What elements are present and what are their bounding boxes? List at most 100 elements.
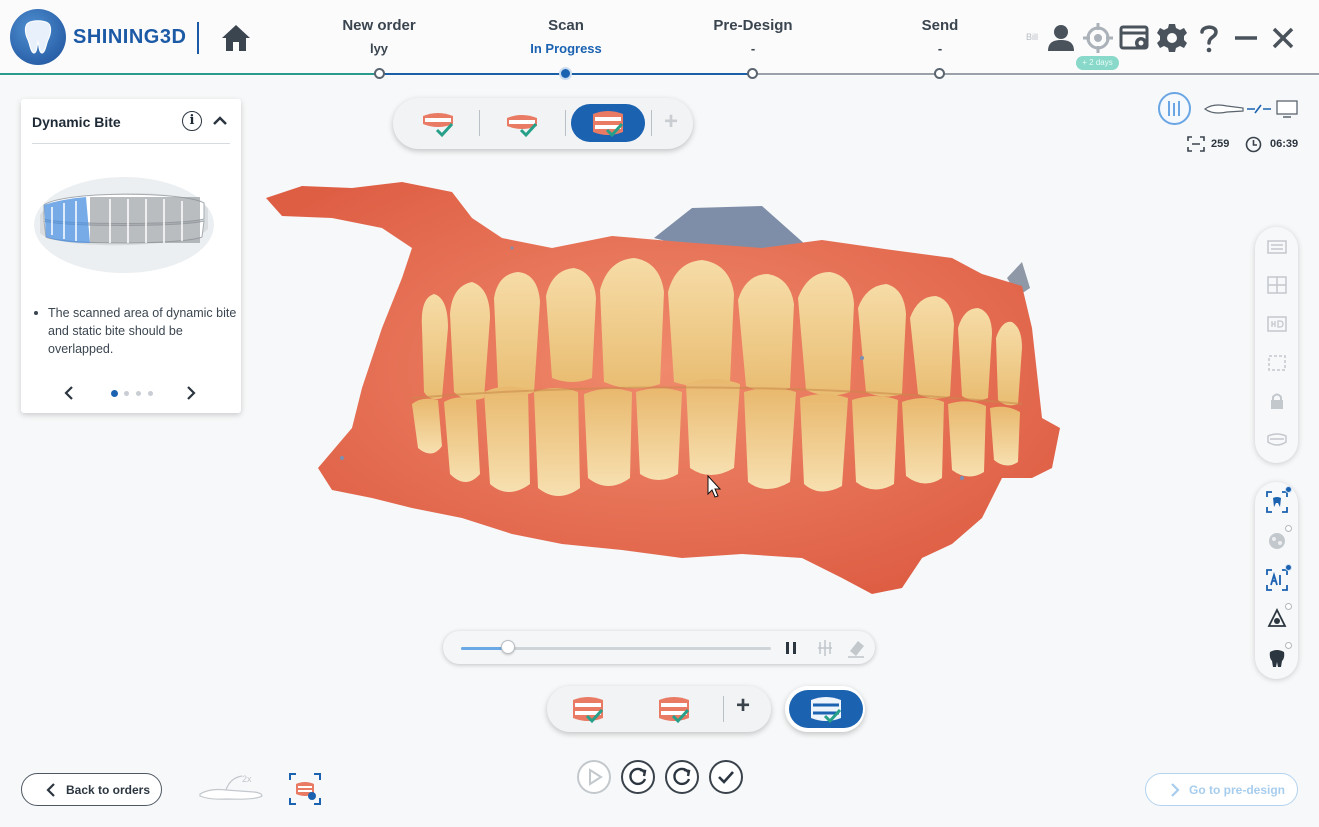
- step-title: Scan: [548, 17, 584, 34]
- bite-illustration: [34, 177, 214, 273]
- app-logo: [10, 9, 66, 65]
- chevron-left-icon: [46, 783, 55, 797]
- info-icon[interactable]: i: [182, 111, 202, 131]
- upper-jaw-icon: [423, 113, 454, 138]
- clock-icon: [1245, 136, 1262, 153]
- scan-area-icon[interactable]: [288, 772, 322, 806]
- chevron-right-icon: [187, 386, 196, 400]
- ai-scan-icon[interactable]: [1265, 490, 1289, 514]
- lower-jaw-button[interactable]: [485, 104, 559, 142]
- brand-divider: [197, 22, 199, 54]
- minimize-icon: [1235, 36, 1257, 40]
- guide-title: Dynamic Bite: [32, 114, 121, 130]
- rescan-button[interactable]: [621, 760, 655, 794]
- split-icon[interactable]: [816, 638, 834, 658]
- soft-tissue-icon[interactable]: [1265, 529, 1289, 553]
- help-icon: [1200, 25, 1218, 53]
- guide-description: The scanned area of dynamic bite and sta…: [48, 306, 237, 356]
- settings-button[interactable]: [1155, 21, 1189, 55]
- minimize-button[interactable]: [1229, 21, 1263, 55]
- bite-record-selector: +: [547, 686, 771, 732]
- step-dot-scan: [559, 67, 572, 80]
- dynamic-bite-button[interactable]: [789, 690, 863, 728]
- bullet-dot: [34, 311, 38, 315]
- gear-icon: [1157, 24, 1187, 52]
- grid-icon[interactable]: [1265, 273, 1289, 297]
- checkmark-icon: [718, 771, 734, 784]
- home-icon: [222, 25, 250, 51]
- toggle-indicator: [1285, 486, 1292, 493]
- frame-count: 259: [1211, 138, 1230, 150]
- toggle-indicator: [1285, 603, 1292, 610]
- step-send[interactable]: Send -: [860, 17, 1020, 56]
- trim-jaw-icon[interactable]: [1265, 428, 1289, 452]
- lock-icon[interactable]: [1265, 389, 1289, 413]
- screen-icon: [1119, 25, 1149, 50]
- pager-dot[interactable]: [111, 390, 118, 397]
- step-scan[interactable]: Scan In Progress: [486, 17, 646, 56]
- svg-text:2x: 2x: [242, 774, 252, 784]
- frame-count-icon: [1187, 136, 1205, 152]
- next-label: Go to pre-design: [1189, 783, 1285, 797]
- step-pre-design[interactable]: Pre-Design -: [673, 17, 833, 56]
- play-button[interactable]: [577, 760, 611, 794]
- step-title: Send: [921, 17, 959, 34]
- trial-days-badge: + 2 days: [1076, 56, 1119, 70]
- texture-icon[interactable]: [1265, 235, 1289, 259]
- hd-icon[interactable]: [1265, 312, 1289, 336]
- step-new-order[interactable]: New order lyy: [299, 17, 459, 56]
- step-dot-pre-design: [747, 68, 758, 79]
- step-status: lyy: [369, 41, 389, 56]
- select-area-icon[interactable]: [1265, 351, 1289, 375]
- remote-screen-button[interactable]: [1118, 21, 1152, 55]
- tooth-plus-icon[interactable]: [1265, 646, 1289, 670]
- separator: [479, 110, 480, 136]
- separator: [565, 110, 566, 136]
- scanner-handpiece-icon: 2x: [199, 774, 263, 800]
- scan-body-icon[interactable]: [1265, 607, 1289, 631]
- add-scan-button[interactable]: +: [664, 108, 678, 136]
- close-button[interactable]: [1266, 21, 1300, 55]
- dynamic-bite-icon: [811, 697, 842, 724]
- bite-button[interactable]: [571, 104, 645, 142]
- pause-icon[interactable]: [783, 639, 799, 657]
- top-header: SHINING3D New order lyy Scan In Progress…: [0, 0, 1319, 80]
- home-button[interactable]: [220, 22, 252, 54]
- confirm-button[interactable]: [709, 760, 743, 794]
- guide-previous-button[interactable]: [63, 384, 75, 407]
- separator: [723, 696, 724, 722]
- rescan-all-button[interactable]: [665, 760, 699, 794]
- toggle-indicator: [1285, 642, 1292, 649]
- toggle-indicator: [1285, 525, 1292, 532]
- chevron-right-icon: [1171, 783, 1180, 797]
- scanner-mode-icon: [1168, 101, 1180, 116]
- timeline-handle[interactable]: [500, 640, 515, 654]
- pager-dot[interactable]: [136, 391, 141, 396]
- jaw-selector: +: [393, 98, 693, 149]
- pager-dot[interactable]: [124, 391, 129, 396]
- static-bite-2-button[interactable]: [637, 690, 711, 728]
- step-title: New order: [342, 17, 416, 34]
- pager-dot[interactable]: [148, 391, 153, 396]
- calibration-button[interactable]: [1081, 21, 1115, 55]
- playback-bar: [443, 631, 875, 664]
- help-button[interactable]: [1192, 21, 1226, 55]
- 3d-dental-scan[interactable]: [262, 178, 1064, 600]
- collapse-button[interactable]: [210, 112, 230, 130]
- scan-tools-panel: [1255, 227, 1298, 463]
- back-to-orders-button[interactable]: Back to orders: [21, 773, 162, 806]
- add-bite-button[interactable]: +: [736, 692, 750, 720]
- scan-mode-button[interactable]: [1158, 92, 1191, 125]
- ai-filter-icon[interactable]: [1265, 568, 1289, 592]
- static-bite-button[interactable]: [551, 690, 625, 728]
- guide-divider: [32, 143, 230, 144]
- chevron-left-icon: [64, 386, 73, 400]
- brand-name: SHINING3D: [73, 26, 187, 48]
- guide-next-button[interactable]: [185, 384, 197, 407]
- upper-jaw-button[interactable]: [401, 104, 475, 142]
- eraser-icon[interactable]: [846, 637, 866, 659]
- step-dot-new-order: [374, 68, 385, 79]
- account-button[interactable]: [1044, 21, 1078, 55]
- step-status: In Progress: [530, 41, 602, 56]
- go-to-pre-design-button[interactable]: Go to pre-design: [1145, 773, 1298, 806]
